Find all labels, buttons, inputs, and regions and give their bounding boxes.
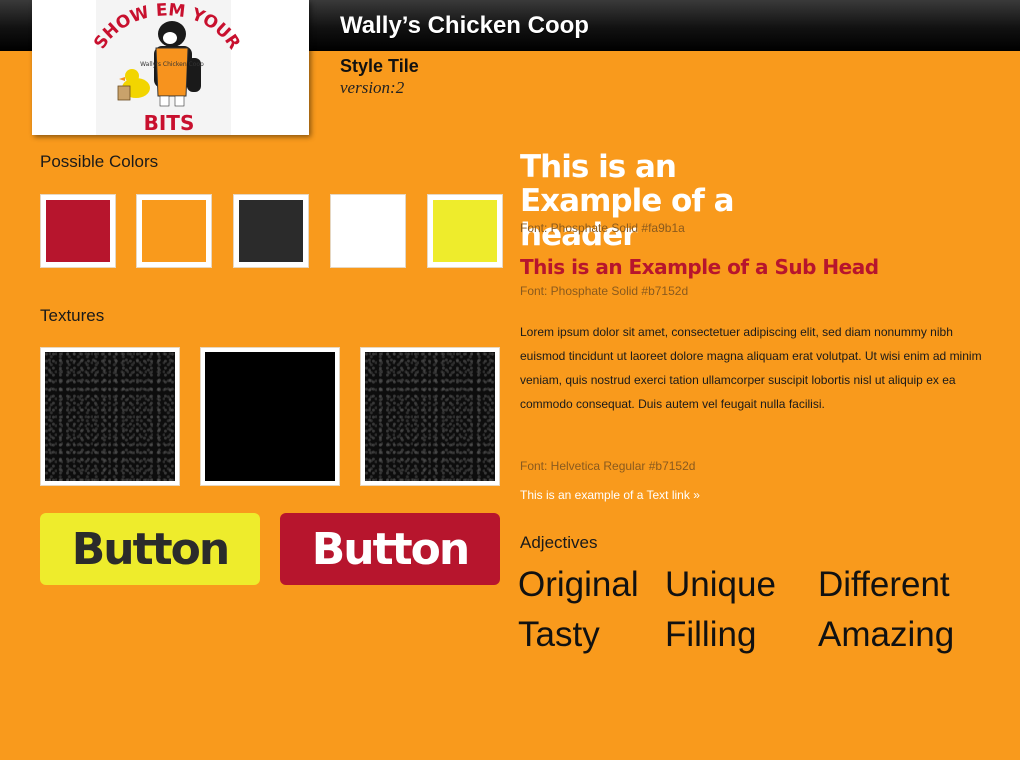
svg-text:Wally's Chicken Coop: Wally's Chicken Coop	[140, 61, 204, 68]
texture-tile	[40, 347, 180, 486]
subhead-font-note: Font: Phosphate Solid #b7152d	[520, 284, 689, 298]
colors-heading: Possible Colors	[40, 152, 159, 171]
adjective-word: Original	[518, 565, 639, 604]
adjective-word: Tasty	[518, 615, 600, 654]
color-swatch	[233, 194, 309, 268]
color-swatch	[136, 194, 212, 268]
swatch-chip	[46, 200, 110, 262]
rough-black-texture	[45, 352, 175, 481]
rough-black-texture	[365, 352, 495, 481]
swatch-chip	[433, 200, 497, 262]
style-tile-label: Style Tile	[340, 56, 419, 76]
red-button[interactable]: Button	[280, 513, 500, 585]
adjective-word: Unique	[665, 565, 776, 604]
body-font-note: Font: Helvetica Regular #b7152d	[520, 459, 696, 473]
body-text-sample: Lorem ipsum dolor sit amet, consectetuer…	[520, 325, 982, 411]
color-swatch	[330, 194, 406, 268]
swatch-chip	[142, 200, 206, 262]
logo-bottom-text: BITS	[144, 111, 195, 135]
texture-tile	[360, 347, 500, 486]
version-label: version:2	[340, 78, 405, 97]
swatch-chip	[239, 200, 303, 262]
color-swatch	[40, 194, 116, 268]
adjective-word: Different	[818, 565, 950, 604]
header-font-note: Font: Phosphate Solid #fa9b1a	[520, 221, 685, 235]
color-swatch	[427, 194, 503, 268]
example-text-link[interactable]: This is an example of a Text link »	[520, 488, 700, 502]
adjective-word: Filling	[665, 615, 757, 654]
chicken-mascot-logo: SHOW EM YOUR Wally's Chicken Coop BITS	[90, 0, 244, 135]
solid-black-texture	[205, 352, 335, 481]
logo: SHOW EM YOUR Wally's Chicken Coop BITS	[32, 0, 309, 135]
yellow-button[interactable]: Button	[40, 513, 260, 585]
adjective-word: Amazing	[818, 615, 955, 654]
subhead-example: This is an Example of a Sub Head	[520, 255, 879, 279]
textures-heading: Textures	[40, 306, 105, 325]
swatch-chip	[336, 200, 400, 262]
site-title: Wally’s Chicken Coop	[340, 12, 589, 39]
texture-tile	[200, 347, 340, 486]
header-example: This is an Example of a header	[520, 149, 735, 253]
adjectives-heading: Adjectives	[520, 533, 598, 552]
